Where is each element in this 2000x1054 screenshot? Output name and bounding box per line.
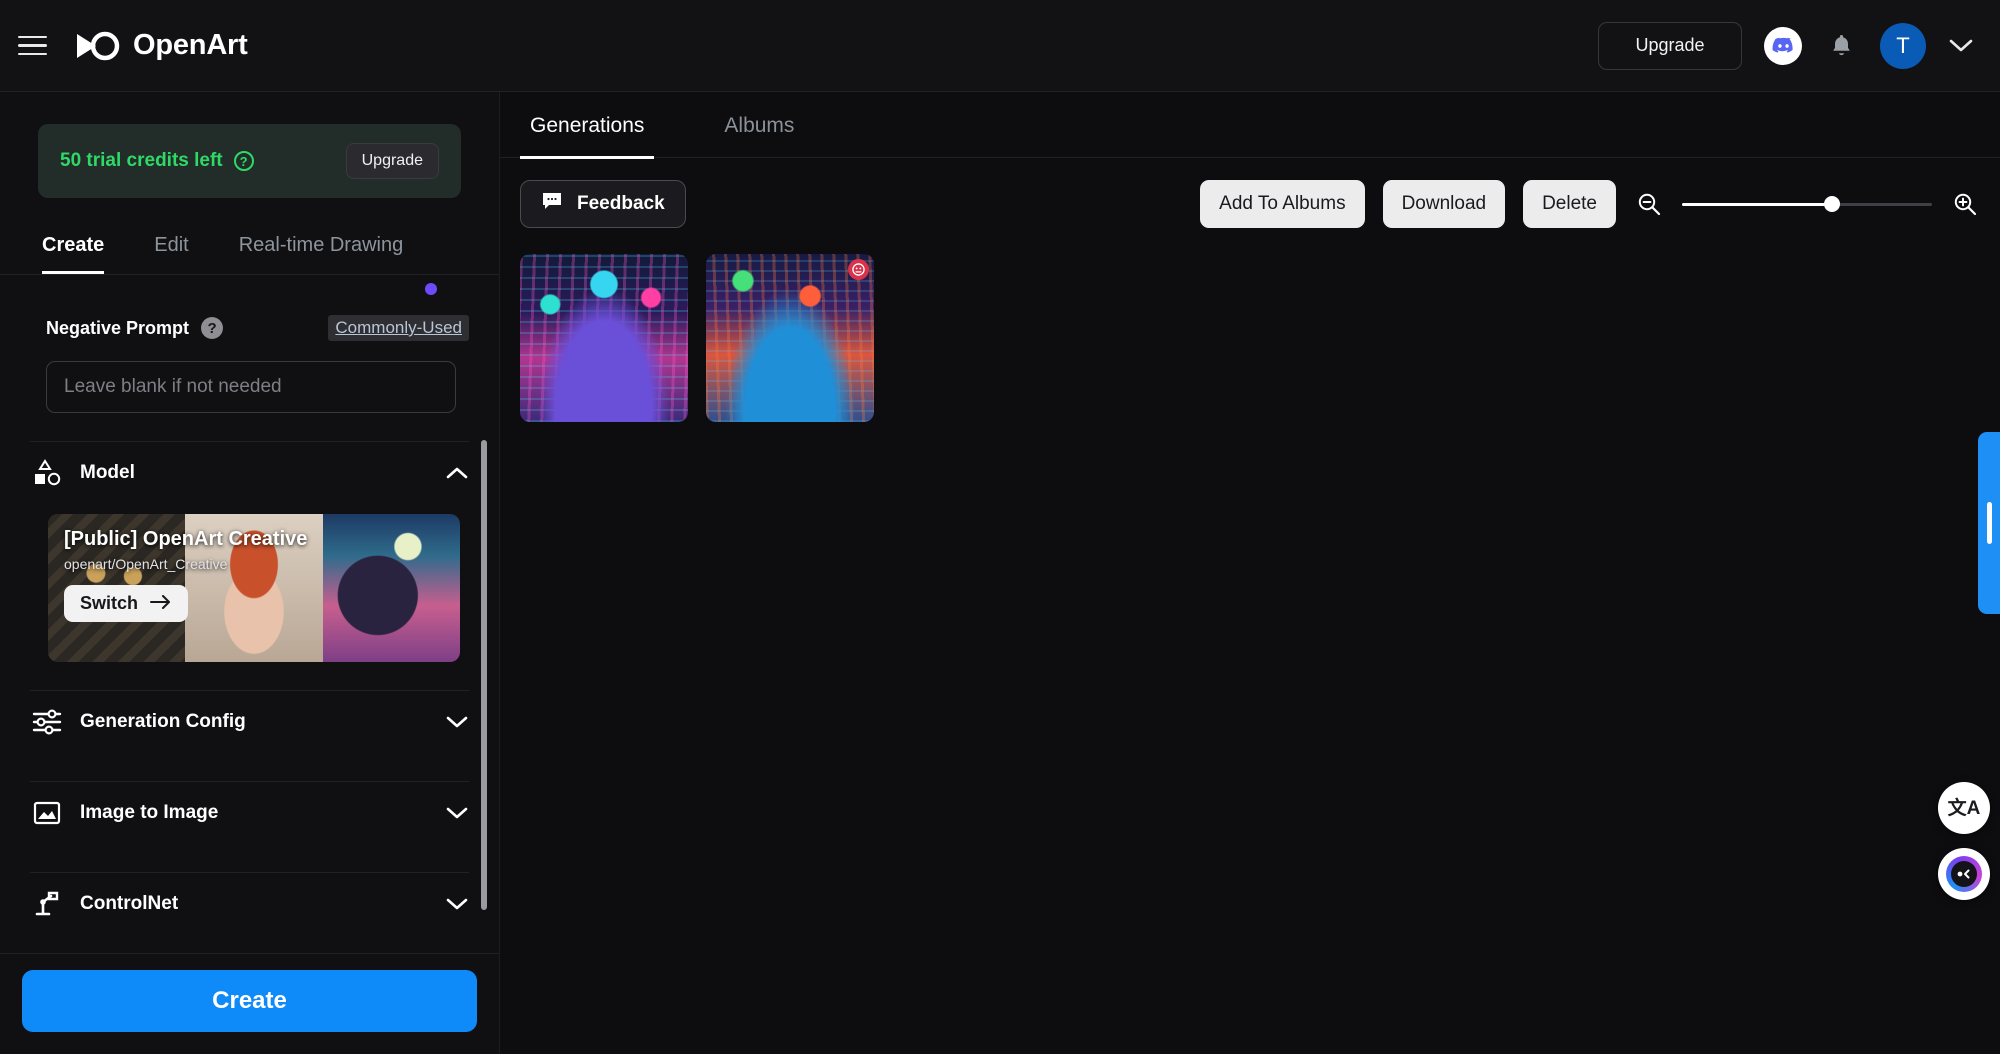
- switch-label: Switch: [80, 593, 139, 613]
- section-title: ControlNet: [80, 893, 179, 914]
- shapes-icon: [30, 458, 64, 488]
- tab-real-time-drawing[interactable]: Real-time Drawing: [239, 234, 404, 274]
- section-title: Generation Config: [80, 711, 246, 732]
- app-root: OpenArt Upgrade T 50 trial credits left …: [0, 0, 2000, 1054]
- chevron-down-icon[interactable]: [445, 710, 469, 734]
- generations-gallery: [500, 228, 2000, 422]
- download-button[interactable]: Download: [1382, 180, 1506, 228]
- top-right-controls: Upgrade T: [1598, 21, 1974, 70]
- trial-credits-card: 50 trial credits left ? Upgrade: [38, 124, 461, 198]
- create-button-bar: Create: [0, 953, 499, 1054]
- hamburger-line: [18, 35, 47, 39]
- nsfw-badge-icon: [848, 259, 869, 280]
- brand-name: OpenArt: [133, 29, 248, 61]
- sliders-icon: [30, 709, 64, 735]
- feedback-label: Feedback: [577, 193, 665, 214]
- add-to-albums-button[interactable]: Add To Albums: [1200, 180, 1365, 228]
- model-slug: openart/OpenArt_Creative: [64, 556, 228, 572]
- section-title: Image to Image: [80, 802, 219, 823]
- negative-prompt-label: Negative Prompt: [46, 317, 190, 338]
- assistant-inner: [1951, 861, 1977, 887]
- section-model[interactable]: Model: [30, 442, 469, 504]
- generation-thumbnail[interactable]: [706, 254, 874, 422]
- main-content: Generations Albums Feedback Add To Album…: [500, 92, 2000, 1054]
- negative-prompt-input[interactable]: [46, 361, 456, 413]
- arrow-right-icon: [150, 593, 172, 614]
- model-card[interactable]: [Public] OpenArt Creative openart/OpenAr…: [48, 514, 460, 662]
- main-tab-bar: Generations Albums: [500, 92, 2000, 159]
- chevron-down-icon[interactable]: [1948, 33, 1974, 59]
- zoom-in-icon[interactable]: [1950, 189, 1980, 219]
- sidebar-scrollbar-thumb[interactable]: [481, 440, 487, 910]
- hamburger-line: [18, 44, 47, 47]
- trial-credits-label: 50 trial credits left: [60, 150, 223, 171]
- brand-logo-link[interactable]: OpenArt: [74, 29, 248, 62]
- gallery-toolbar: Feedback Add To Albums Download Delete: [500, 158, 2000, 228]
- help-circle-icon[interactable]: ?: [233, 151, 254, 171]
- credits-upgrade-button[interactable]: Upgrade: [345, 143, 439, 179]
- image-icon: [30, 799, 64, 827]
- chevron-down-icon[interactable]: [445, 801, 469, 825]
- avatar[interactable]: T: [1880, 22, 1926, 69]
- model-title: [Public] OpenArt Creative: [64, 528, 308, 550]
- generation-thumbnail[interactable]: [520, 254, 688, 422]
- robot-arm-icon: [30, 890, 64, 918]
- top-navigation-bar: OpenArt Upgrade T: [0, 0, 2000, 92]
- tab-edit[interactable]: Edit: [154, 234, 188, 274]
- left-sidebar: 50 trial credits left ? Upgrade Create E…: [0, 92, 500, 1054]
- hamburger-menu-icon[interactable]: [18, 29, 52, 63]
- sidebar-tab-bar: Create Edit Real-time Drawing: [42, 234, 499, 274]
- assistant-ring: [1946, 856, 1982, 892]
- chat-bubble-icon: [541, 191, 563, 217]
- unsaved-indicator-dot: [425, 283, 437, 295]
- tab-albums[interactable]: Albums: [714, 92, 804, 159]
- section-image-to-image[interactable]: Image to Image: [30, 782, 469, 844]
- section-generation-config[interactable]: Generation Config: [30, 691, 469, 753]
- negative-prompt-header: Negative Prompt ? Commonly-Used: [46, 315, 469, 341]
- switch-model-button[interactable]: Switch: [64, 585, 189, 622]
- create-button[interactable]: Create: [22, 970, 477, 1032]
- assistant-bot-icon[interactable]: [1938, 848, 1990, 900]
- model-card-overlay: [Public] OpenArt Creative openart/OpenAr…: [48, 514, 460, 662]
- hamburger-line: [18, 52, 47, 56]
- zoom-slider[interactable]: [1682, 193, 1932, 215]
- chevron-up-icon[interactable]: [445, 461, 469, 485]
- zoom-slider-fill: [1682, 202, 1832, 206]
- zoom-slider-knob[interactable]: [1824, 196, 1840, 212]
- side-drawer-handle[interactable]: [1978, 432, 2000, 614]
- help-circle-icon[interactable]: ?: [201, 317, 224, 339]
- upgrade-button[interactable]: Upgrade: [1598, 21, 1742, 70]
- section-title: Model: [80, 462, 135, 483]
- zoom-out-icon[interactable]: [1634, 189, 1664, 219]
- sidebar-scroll-panel: Negative Prompt ? Commonly-Used Model: [0, 275, 499, 953]
- tab-generations[interactable]: Generations: [520, 92, 655, 159]
- tab-create[interactable]: Create: [42, 234, 105, 274]
- section-controlnet[interactable]: ControlNet: [30, 873, 469, 935]
- translate-icon[interactable]: 文A: [1938, 782, 1990, 834]
- chevron-down-icon[interactable]: [445, 892, 469, 916]
- notification-bell-icon[interactable]: [1824, 29, 1858, 63]
- delete-button[interactable]: Delete: [1523, 180, 1616, 228]
- openart-infinity-logo-icon: [74, 31, 120, 61]
- discord-icon[interactable]: [1764, 26, 1802, 65]
- translate-glyph: 文A: [1947, 797, 1981, 819]
- commonly-used-link[interactable]: Commonly-Used: [328, 315, 469, 341]
- feedback-button[interactable]: Feedback: [520, 180, 686, 228]
- gallery-actions: Add To Albums Download Delete: [1200, 180, 1980, 228]
- drawer-handle-icon: [1986, 502, 1992, 544]
